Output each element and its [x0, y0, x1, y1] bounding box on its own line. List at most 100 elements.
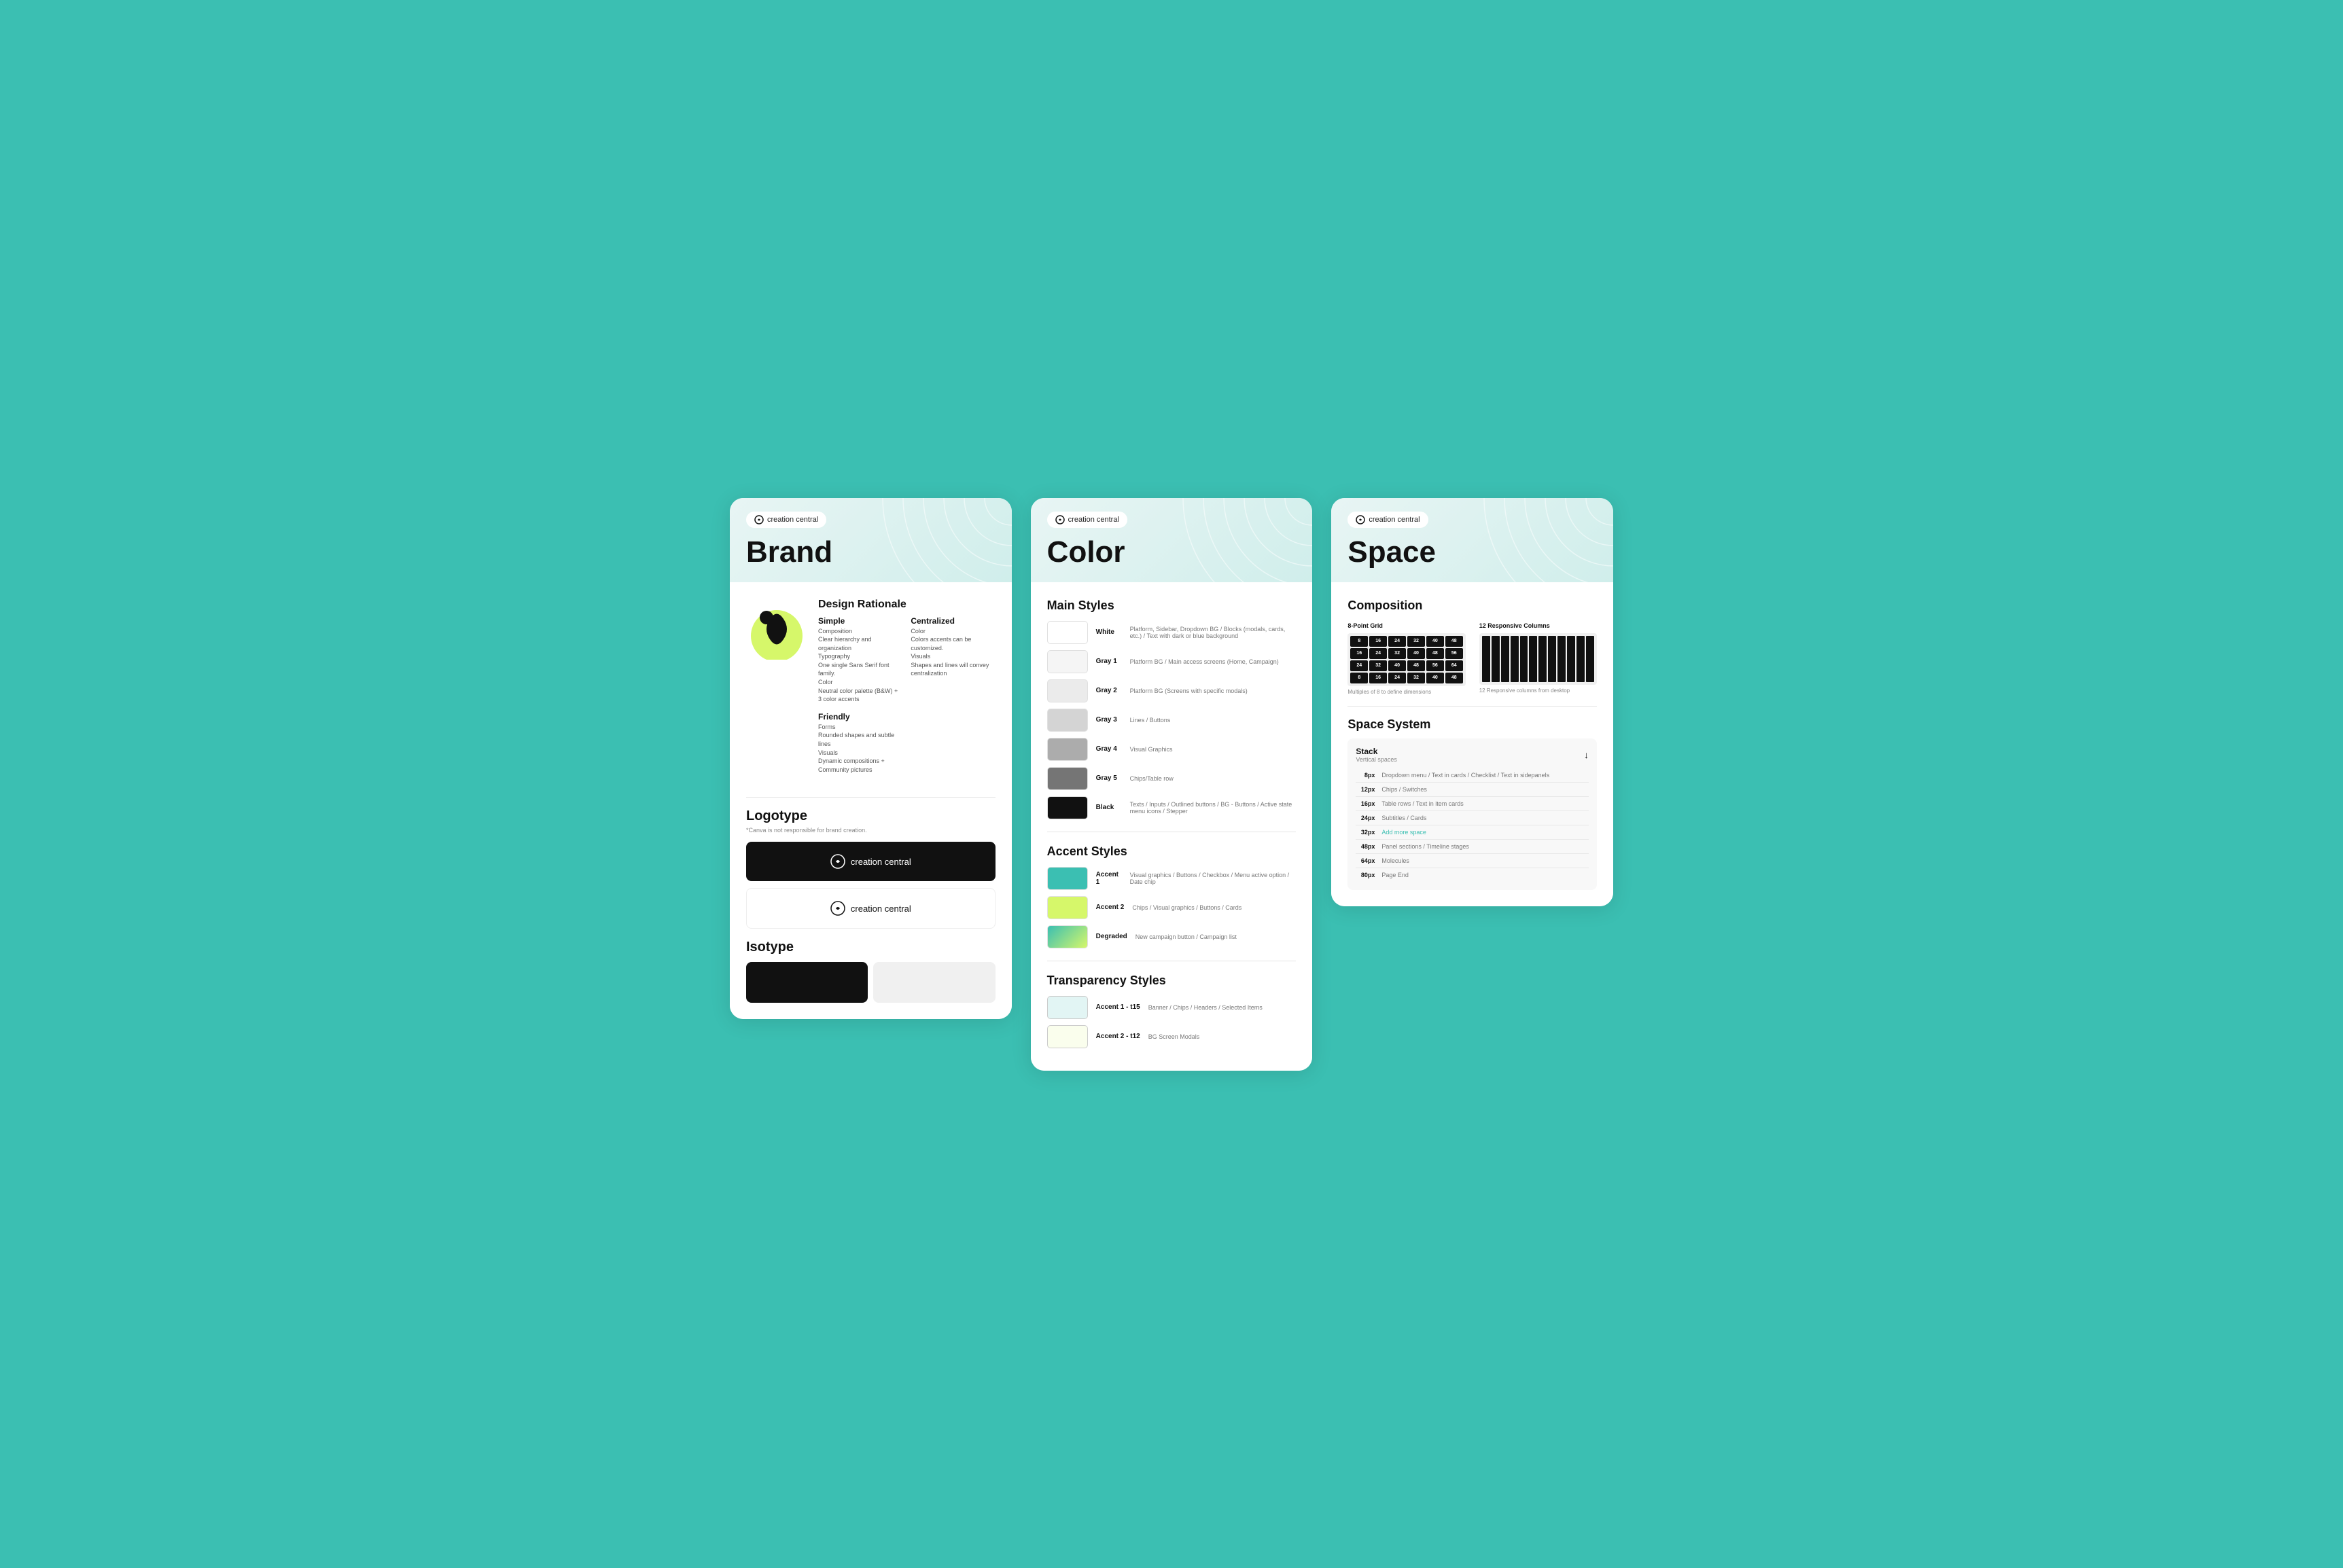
desc-gray4: Visual Graphics — [1130, 746, 1173, 753]
space-system-title: Space System — [1347, 717, 1597, 732]
col-8 — [1548, 636, 1556, 682]
space-px-8: 8px — [1356, 772, 1375, 779]
composition-title: Composition — [1347, 599, 1597, 613]
dr-item-centralized: Centralized ColorColors accents can be c… — [911, 616, 995, 704]
gc-21: 24 — [1388, 673, 1406, 683]
gc-13: 24 — [1350, 660, 1368, 671]
divider-space-1 — [1347, 706, 1597, 707]
gc-10: 40 — [1407, 648, 1425, 659]
space-row-64: 64px Molecules — [1356, 854, 1589, 868]
grid-12col-label: 12 Responsive Columns — [1479, 622, 1597, 629]
col-4 — [1511, 636, 1519, 682]
dr-item-friendly-title: Friendly — [818, 712, 902, 721]
dr-item-simple-sub: CompositionClear hierarchy and organizat… — [818, 627, 902, 704]
gc-20: 16 — [1369, 673, 1387, 683]
color-row-gray4: Gray 4 Visual Graphics — [1047, 738, 1297, 761]
color-row-black: Black Texts / Inputs / Outlined buttons … — [1047, 796, 1297, 819]
transparency-styles-list: Accent 1 - t15 Banner / Chips / Headers … — [1047, 996, 1297, 1048]
grid-12col-sub: 12 Responsive columns from desktop — [1479, 688, 1597, 694]
label-gray5: Gray 5 — [1096, 774, 1122, 782]
logo-light-text: creation central — [851, 904, 911, 914]
space-title: Space — [1347, 537, 1597, 582]
gc-14: 32 — [1369, 660, 1387, 671]
swatch-black — [1047, 796, 1088, 819]
color-logo-icon — [1055, 515, 1065, 524]
color-row-degraded: Degraded New campaign button / Campaign … — [1047, 925, 1297, 948]
gc-22: 32 — [1407, 673, 1425, 683]
isotype-boxes — [746, 962, 996, 1003]
dr-items-grid: Simple CompositionClear hierarchy and or… — [818, 616, 996, 774]
label-gray1: Gray 1 — [1096, 658, 1122, 665]
dr-title: Design Rationale — [818, 599, 996, 611]
desc-accent1t15: Banner / Chips / Headers / Selected Item… — [1148, 1004, 1263, 1011]
dr-item-simple-title: Simple — [818, 616, 902, 626]
logo-dark-text: creation central — [851, 857, 911, 867]
col-10 — [1567, 636, 1575, 682]
swatch-accent1 — [1047, 867, 1088, 890]
space-row-24: 24px Subtitles / Cards — [1356, 811, 1589, 825]
gc-8: 24 — [1369, 648, 1387, 659]
space-pill-label: creation central — [1369, 516, 1420, 524]
main-styles-title: Main Styles — [1047, 599, 1297, 613]
dr-item-centralized-title: Centralized — [911, 616, 995, 626]
space-px-12: 12px — [1356, 786, 1375, 793]
space-row-48: 48px Panel sections / Timeline stages — [1356, 840, 1589, 854]
dr-item-simple: Simple CompositionClear hierarchy and or… — [818, 616, 902, 704]
desc-degraded: New campaign button / Campaign list — [1135, 933, 1237, 940]
gc-6: 48 — [1445, 636, 1463, 647]
space-panel: creation central Space Composition 8-Poi… — [1331, 498, 1613, 906]
dr-logo-svg — [746, 599, 807, 660]
col-1 — [1482, 636, 1490, 682]
space-px-48: 48px — [1356, 843, 1375, 850]
gc-5: 40 — [1426, 636, 1444, 647]
space-px-24: 24px — [1356, 815, 1375, 821]
gc-24: 48 — [1445, 673, 1463, 683]
label-black: Black — [1096, 804, 1122, 811]
space-logo-icon — [1356, 515, 1365, 524]
gc-12: 56 — [1445, 648, 1463, 659]
space-desc-16: Table rows / Text in item cards — [1381, 800, 1589, 807]
isotype-dark — [746, 962, 868, 1003]
desc-white: Platform, Sidebar, Dropdown BG / Blocks … — [1130, 626, 1297, 639]
space-px-32: 32px — [1356, 829, 1375, 836]
brand-logo-pill: creation central — [746, 512, 826, 528]
space-px-80: 80px — [1356, 872, 1375, 878]
brand-panel-header: creation central Brand — [730, 498, 1012, 582]
panels-container: creation central Brand Design Rationale — [730, 498, 1613, 1071]
logo-light: creation central — [746, 888, 996, 929]
space-px-16: 16px — [1356, 800, 1375, 807]
stack-header-left: Stack Vertical spaces — [1356, 747, 1397, 763]
brand-panel-body: Design Rationale Simple CompositionClear… — [730, 582, 1012, 1020]
dr-content: Design Rationale Simple CompositionClear… — [818, 599, 996, 784]
stack-box: Stack Vertical spaces ↓ 8px Dropdown men… — [1347, 738, 1597, 890]
gc-4: 32 — [1407, 636, 1425, 647]
grid-8pt-item: 8-Point Grid 8 16 24 32 40 48 16 24 32 4… — [1347, 622, 1465, 695]
desc-gray2: Platform BG (Screens with specific modal… — [1130, 688, 1248, 694]
gc-17: 56 — [1426, 660, 1444, 671]
gc-23: 40 — [1426, 673, 1444, 683]
swatch-white — [1047, 621, 1088, 644]
logotype-title: Logotype — [746, 808, 996, 824]
transparency-title: Transparency Styles — [1047, 974, 1297, 988]
desc-accent2t12: BG Screen Modals — [1148, 1033, 1200, 1040]
logotype-sub: *Canva is not responsible for brand crea… — [746, 827, 996, 834]
space-desc-64: Molecules — [1381, 857, 1589, 864]
brand-logo-icon — [754, 515, 764, 524]
accent-styles-title: Accent Styles — [1047, 844, 1297, 859]
desc-gray1: Platform BG / Main access screens (Home,… — [1130, 658, 1279, 665]
design-rationale-block: Design Rationale Simple CompositionClear… — [746, 599, 996, 784]
stack-arrow-icon: ↓ — [1584, 749, 1589, 760]
swatch-gray5 — [1047, 767, 1088, 790]
desc-gray5: Chips/Table row — [1130, 775, 1174, 782]
space-desc-32: Add more space — [1381, 829, 1589, 836]
col-2 — [1492, 636, 1500, 682]
desc-accent2: Chips / Visual graphics / Buttons / Card… — [1132, 904, 1241, 911]
swatch-gray1 — [1047, 650, 1088, 673]
desc-black: Texts / Inputs / Outlined buttons / BG -… — [1130, 801, 1297, 815]
space-panel-body: Composition 8-Point Grid 8 16 24 32 40 4… — [1331, 582, 1613, 906]
space-panel-header: creation central Space — [1331, 498, 1613, 582]
space-logo-pill: creation central — [1347, 512, 1428, 528]
brand-pill-label: creation central — [767, 516, 818, 524]
color-panel-body: Main Styles White Platform, Sidebar, Dro… — [1031, 582, 1313, 1071]
label-degraded: Degraded — [1096, 933, 1127, 940]
